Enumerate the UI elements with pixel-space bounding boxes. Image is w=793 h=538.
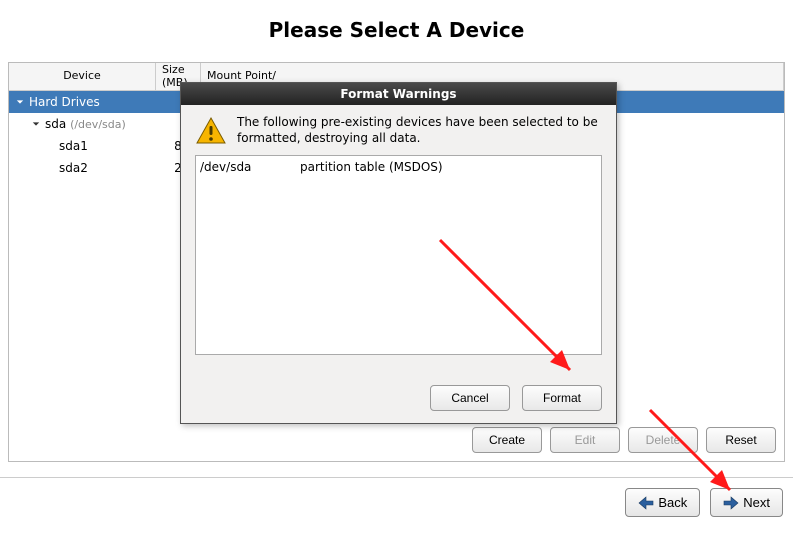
next-label: Next [743, 495, 770, 510]
warning-icon [195, 115, 227, 147]
action-bar: Create Edit Delete Reset [472, 427, 776, 453]
chevron-down-icon[interactable] [13, 98, 27, 106]
delete-button: Delete [628, 427, 698, 453]
back-button[interactable]: Back [625, 488, 700, 517]
list-item[interactable]: /dev/sda partition table (MSDOS) [200, 160, 597, 174]
col-device[interactable]: Device [9, 63, 156, 90]
tree-label: sda2 [59, 161, 88, 175]
chevron-down-icon[interactable] [29, 120, 43, 128]
format-button[interactable]: Format [522, 385, 602, 411]
nav-bar: Back Next [0, 478, 793, 517]
device-desc: partition table (MSDOS) [300, 160, 443, 174]
device-list[interactable]: /dev/sda partition table (MSDOS) [195, 155, 602, 355]
tree-path: (/dev/sda) [70, 118, 126, 131]
dialog-message: The following pre-existing devices have … [237, 115, 602, 147]
tree-label: sda [45, 117, 66, 131]
tree-label: sda1 [59, 139, 88, 153]
arrow-left-icon [638, 496, 654, 510]
reset-button[interactable]: Reset [706, 427, 776, 453]
cancel-button[interactable]: Cancel [430, 385, 510, 411]
dialog-title: Format Warnings [340, 87, 456, 101]
device-path: /dev/sda [200, 160, 300, 174]
format-warning-dialog: Format Warnings The following pre-existi… [180, 82, 617, 424]
page-title: Please Select A Device [0, 0, 793, 62]
back-label: Back [658, 495, 687, 510]
dialog-titlebar[interactable]: Format Warnings [181, 83, 616, 105]
tree-label: Hard Drives [29, 95, 100, 109]
create-button[interactable]: Create [472, 427, 542, 453]
next-button[interactable]: Next [710, 488, 783, 517]
edit-button: Edit [550, 427, 620, 453]
arrow-right-icon [723, 496, 739, 510]
